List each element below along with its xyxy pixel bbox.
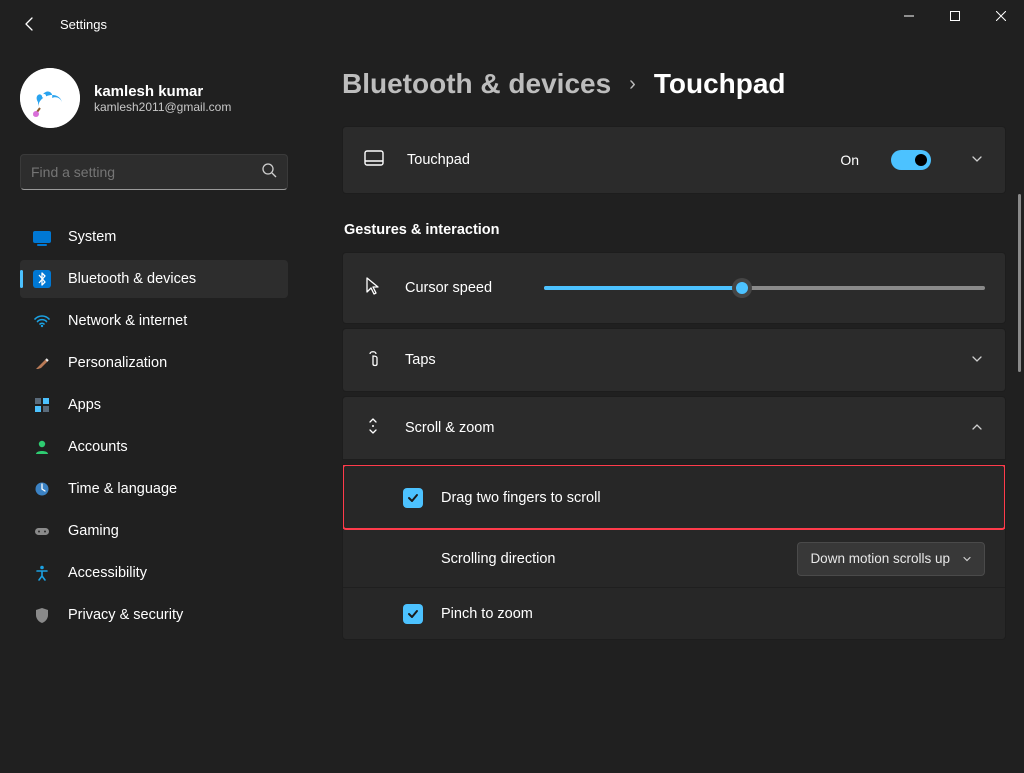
drag-two-fingers-checkbox[interactable] [403,488,423,508]
nav-personalization[interactable]: Personalization [20,344,288,382]
profile-name: kamlesh kumar [94,83,231,100]
nav-label: Apps [68,397,101,413]
nav-label: Accessibility [68,565,147,581]
main: Bluetooth & devices › Touchpad Touchpad … [308,48,1024,773]
touchpad-card[interactable]: Touchpad On [342,126,1006,194]
shield-icon [32,605,52,625]
pinch-zoom-label: Pinch to zoom [441,606,985,622]
profile-email: kamlesh2011@gmail.com [94,100,231,114]
scrolling-direction-label: Scrolling direction [441,551,779,567]
scroll-zoom-sublist: Drag two fingers to scroll Scrolling dir… [342,464,1006,640]
apps-icon [32,395,52,415]
breadcrumb: Bluetooth & devices › Touchpad [342,68,1006,100]
chevron-right-icon: › [629,73,636,96]
chevron-down-icon[interactable] [969,153,985,168]
touchpad-toggle[interactable] [891,150,931,170]
pinch-zoom-checkbox[interactable] [403,604,423,624]
breadcrumb-current: Touchpad [654,68,786,100]
cursor-speed-card: Cursor speed [342,252,1006,324]
person-icon [32,437,52,457]
titlebar: Settings [0,0,1024,48]
scroll-zoom-icon [363,416,383,441]
bluetooth-icon [32,269,52,289]
search-icon [261,162,277,183]
search-input[interactable] [31,164,261,180]
nav-apps[interactable]: Apps [20,386,288,424]
profile[interactable]: kamlesh kumar kamlesh2011@gmail.com [20,68,308,128]
back-button[interactable] [10,4,50,44]
nav-gaming[interactable]: Gaming [20,512,288,550]
nav-network[interactable]: Network & internet [20,302,288,340]
drag-two-fingers-label: Drag two fingers to scroll [441,490,985,506]
taps-card[interactable]: Taps [342,328,1006,392]
cursor-speed-slider[interactable] [544,286,985,290]
cursor-speed-label: Cursor speed [405,280,492,296]
nav-label: Network & internet [68,313,187,329]
close-button[interactable] [978,0,1024,32]
touchpad-icon [363,147,385,174]
nav-label: Gaming [68,523,119,539]
scroll-zoom-label: Scroll & zoom [405,420,931,436]
nav-label: Privacy & security [68,607,183,623]
clock-globe-icon [32,479,52,499]
nav-label: Time & language [68,481,177,497]
monitor-icon [32,227,52,247]
taps-icon [363,348,383,373]
minimize-button[interactable] [886,0,932,32]
nav-time-language[interactable]: Time & language [20,470,288,508]
section-gestures-title: Gestures & interaction [344,222,1006,238]
window-title: Settings [60,17,107,32]
cursor-icon [363,276,383,301]
scroll-zoom-card[interactable]: Scroll & zoom [342,396,1006,460]
breadcrumb-parent[interactable]: Bluetooth & devices [342,68,611,100]
search-box[interactable] [20,154,288,190]
taps-label: Taps [405,352,931,368]
gamepad-icon [32,521,52,541]
avatar [20,68,80,128]
chevron-up-icon[interactable] [969,421,985,436]
nav-system[interactable]: System [20,218,288,256]
nav-label: Personalization [68,355,167,371]
nav-accounts[interactable]: Accounts [20,428,288,466]
touchpad-label: Touchpad [407,152,818,168]
scrolling-direction-combo[interactable]: Down motion scrolls up [797,542,985,576]
nav-label: Bluetooth & devices [68,271,196,287]
nav-bluetooth-devices[interactable]: Bluetooth & devices [20,260,288,298]
touchpad-state: On [840,152,859,168]
maximize-button[interactable] [932,0,978,32]
scrolling-direction-value: Down motion scrolls up [810,551,950,566]
wifi-icon [32,311,52,331]
nav: System Bluetooth & devices Network & int… [20,218,308,634]
nav-label: System [68,229,116,245]
nav-privacy-security[interactable]: Privacy & security [20,596,288,634]
scrolling-direction-row: Scrolling direction Down motion scrolls … [343,529,1005,587]
nav-accessibility[interactable]: Accessibility [20,554,288,592]
accessibility-icon [32,563,52,583]
pinch-zoom-row[interactable]: Pinch to zoom [343,587,1005,639]
drag-two-fingers-row[interactable]: Drag two fingers to scroll [343,465,1005,529]
chevron-down-icon[interactable] [969,353,985,368]
nav-label: Accounts [68,439,128,455]
paintbrush-icon [32,353,52,373]
scrollbar[interactable] [1018,194,1021,372]
sidebar: kamlesh kumar kamlesh2011@gmail.com Syst… [0,48,308,773]
